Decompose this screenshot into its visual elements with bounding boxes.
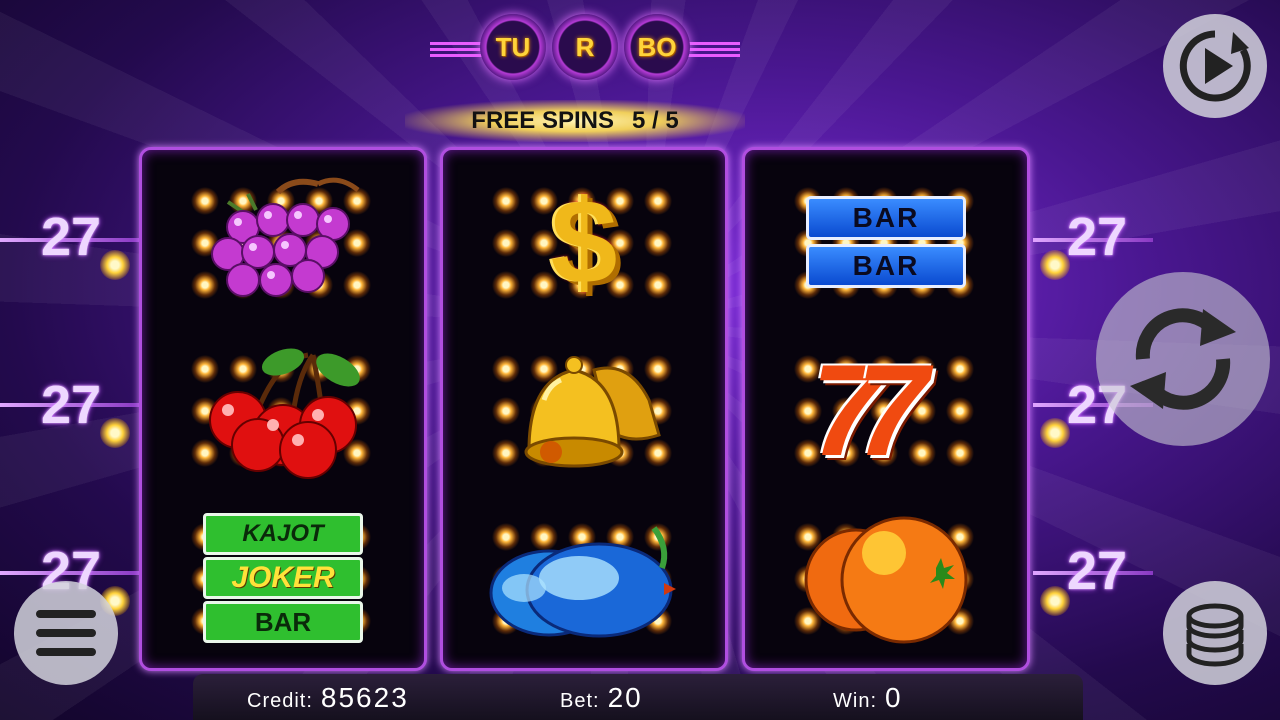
seven-symbol: 7	[856, 337, 929, 483]
kajot-joker-bar-icon: KAJOT JOKER BAR	[203, 513, 363, 643]
kajot-label: KAJOT	[203, 513, 363, 555]
status-bar: Credit: 85623 Bet: 20 Win: 0	[193, 674, 1083, 720]
autoplay-icon	[1179, 30, 1251, 102]
reel-cell: $	[443, 158, 725, 326]
win-label: Win:	[833, 690, 877, 712]
reel-cell	[443, 494, 725, 662]
plums-icon	[489, 526, 676, 638]
bet-display: Bet: 20	[560, 682, 643, 714]
reel-cell	[142, 326, 424, 494]
reel-cell: BAR BAR	[745, 158, 1027, 326]
logo-letter: TU	[480, 14, 546, 80]
grapes-icon	[211, 177, 360, 297]
credit-label: Credit:	[247, 690, 313, 712]
menu-button[interactable]	[14, 581, 118, 685]
joker-label: JOKER	[203, 557, 363, 599]
bet-label: Bet:	[560, 690, 600, 712]
cherries-icon	[209, 348, 360, 479]
reel-3: BAR BAR 7 7	[742, 147, 1030, 671]
free-spins-banner: FREE SPINS 5 / 5	[405, 100, 745, 142]
spin-icon	[1130, 308, 1236, 410]
logo-letter: BO	[624, 14, 690, 80]
reel-cell	[443, 326, 725, 494]
reel-2: $	[440, 147, 728, 671]
reel-cell	[745, 494, 1027, 662]
bar-label: BAR	[806, 196, 966, 240]
dollar-icon: $	[550, 175, 618, 309]
bet-value: 20	[607, 682, 643, 713]
bet-button[interactable]	[1163, 581, 1267, 685]
double-bar-icon: BAR BAR	[806, 196, 966, 288]
payline-number-right: 27	[1066, 541, 1128, 601]
payline-number-left: 27	[40, 375, 102, 435]
logo-letter: R	[552, 14, 618, 80]
win-display: Win: 0	[833, 682, 903, 714]
autoplay-button[interactable]	[1163, 14, 1267, 118]
bar-label: BAR	[806, 244, 966, 288]
turbo-logo: TU R BO	[430, 12, 740, 88]
free-spins-label: FREE SPINS	[471, 107, 614, 134]
reel-1: KAJOT JOKER BAR	[139, 147, 427, 671]
reel-cell	[142, 158, 424, 326]
menu-icon	[36, 610, 96, 656]
oranges-icon	[804, 516, 968, 644]
bells-icon	[524, 356, 661, 468]
reel-cell: 7 7	[745, 326, 1027, 494]
sevens-icon: 7 7	[801, 345, 971, 475]
credit-display: Credit: 85623	[247, 682, 409, 714]
credit-value: 85623	[320, 682, 409, 713]
bar-label: BAR	[203, 601, 363, 643]
chips-icon	[1186, 603, 1244, 667]
free-spins-count: 5 / 5	[632, 107, 679, 134]
reel-cell: KAJOT JOKER BAR	[142, 494, 424, 662]
spin-button[interactable]	[1096, 272, 1270, 446]
win-value: 0	[885, 682, 903, 713]
payline-number-left: 27	[40, 207, 102, 267]
payline-number-right: 27	[1066, 207, 1128, 267]
